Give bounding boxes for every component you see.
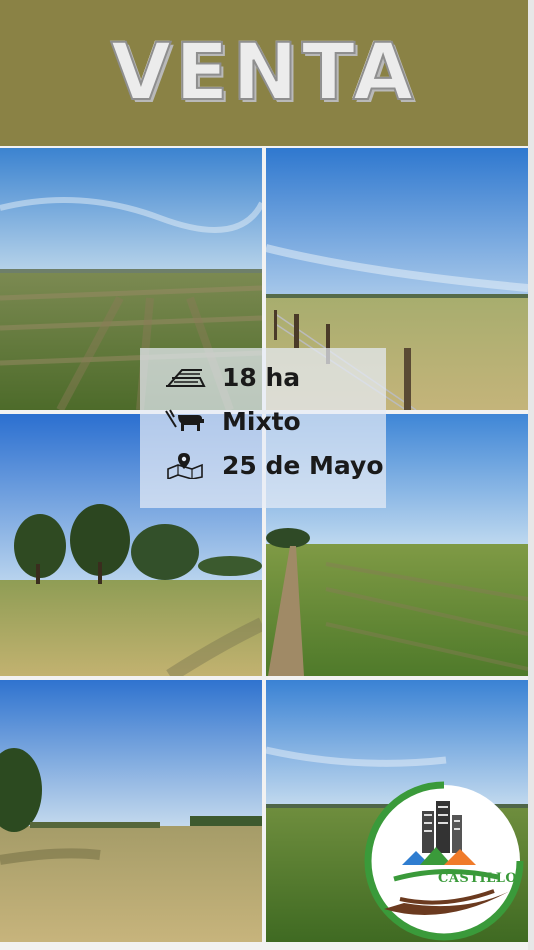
right-edge-strip: [528, 0, 534, 950]
header-banner: VENTA: [0, 0, 528, 146]
feature-location: 25 de Mayo: [164, 450, 384, 480]
area-icon: [164, 362, 206, 392]
area-text: 18 ha: [222, 362, 301, 392]
feature-area: 18 ha: [164, 362, 300, 392]
location-text: 25 de Mayo: [222, 450, 384, 480]
page-title: VENTA: [110, 27, 418, 119]
feature-type: Mixto: [164, 406, 301, 436]
location-map-icon: [164, 450, 206, 480]
livestock-crop-icon: [164, 406, 206, 436]
castillo-logo: CASTILLO: [364, 781, 524, 941]
field-photo-5: [0, 680, 262, 942]
property-info-box: 18 ha Mixto 25 de Mayo: [140, 348, 386, 508]
type-text: Mixto: [222, 406, 301, 436]
logo-text: CASTILLO: [438, 871, 518, 886]
